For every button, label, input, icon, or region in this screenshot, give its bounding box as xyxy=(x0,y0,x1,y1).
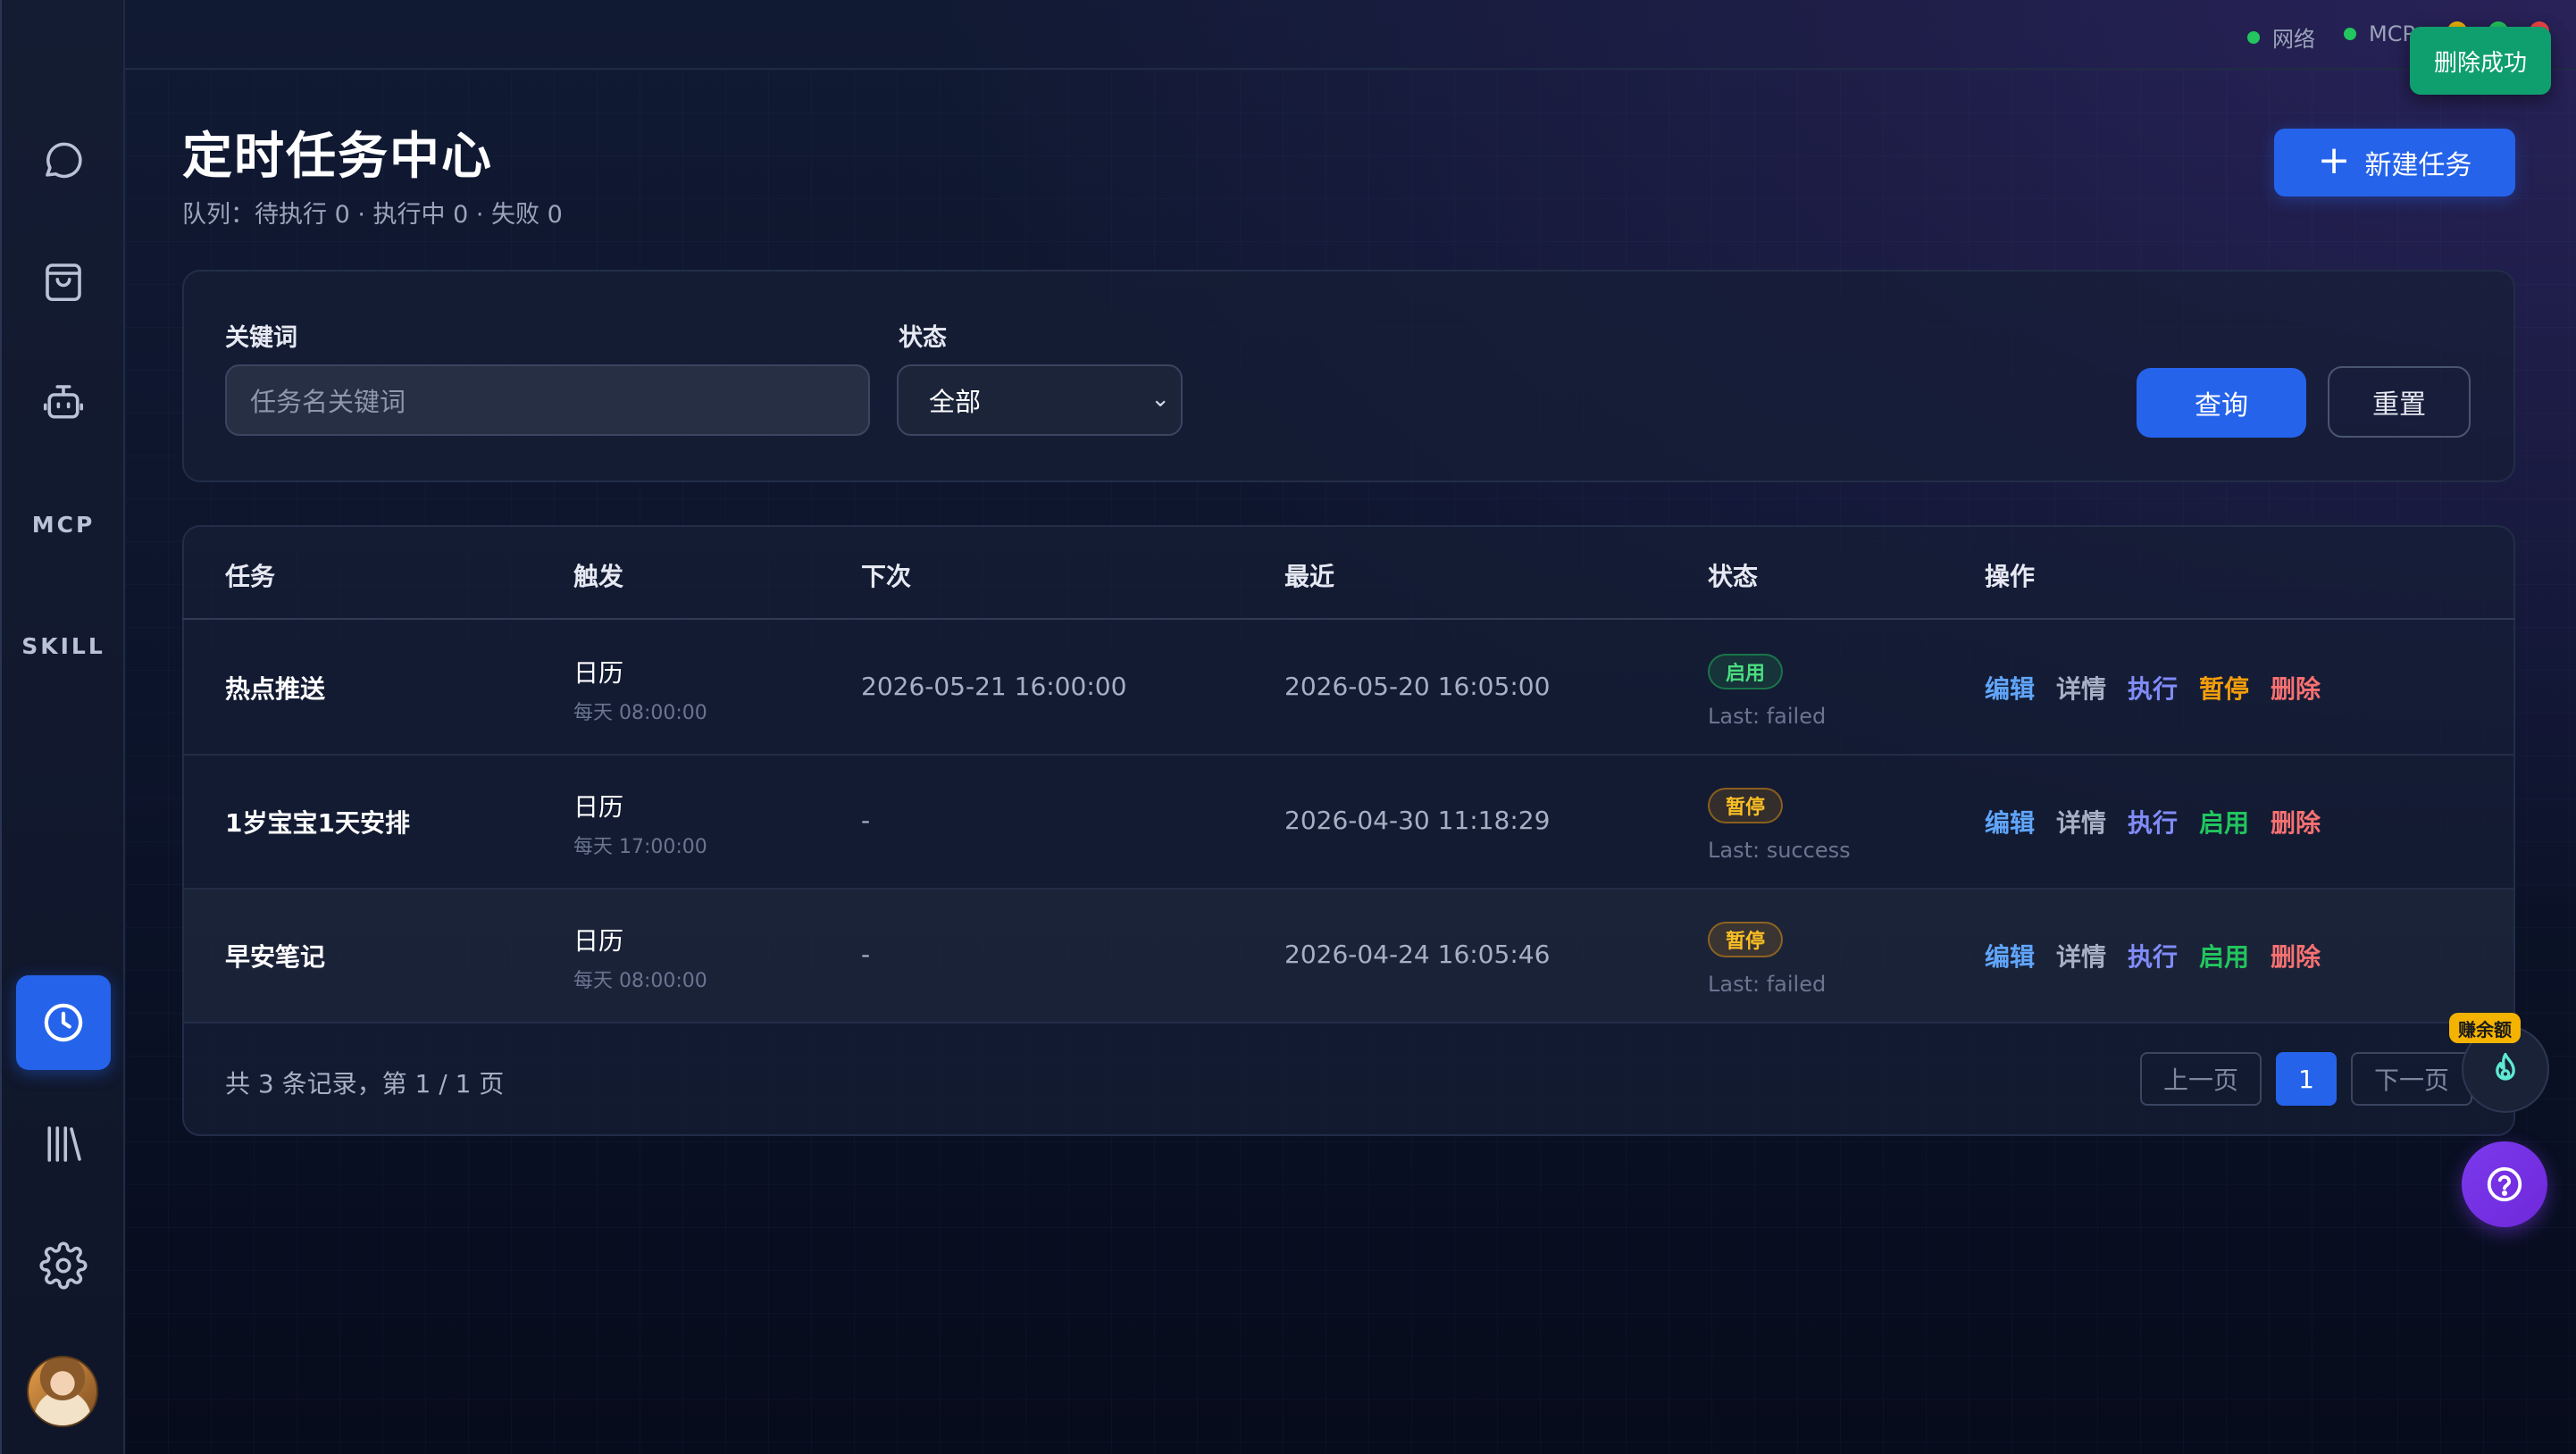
status-badge: 启用 xyxy=(1708,654,1784,689)
delete-link[interactable]: 删除 xyxy=(2271,804,2321,840)
row-divider xyxy=(184,1022,2513,1024)
column-header-actions: 操作 xyxy=(1985,562,2036,591)
run-link[interactable]: 执行 xyxy=(2128,938,2178,974)
last-run: 2026-04-24 16:05:46 xyxy=(1284,940,1551,969)
flame-icon xyxy=(2496,1052,2515,1081)
trigger-type: 日历 xyxy=(573,792,624,822)
table-row: 1岁宝宝1天安排 日历 每天 17:00:00 - 2026-04-30 11:… xyxy=(184,756,2513,888)
status-badge: 暂停 xyxy=(1708,922,1784,957)
sidebar-item-robot[interactable] xyxy=(16,355,111,450)
reset-button[interactable]: 重置 xyxy=(2328,366,2471,438)
last-result: Last: failed xyxy=(1708,704,1827,729)
chevron-down-icon: ⌄ xyxy=(1150,386,1170,413)
enable-link[interactable]: 启用 xyxy=(2199,804,2249,840)
status-select[interactable]: 全部 ⌄ xyxy=(897,364,1183,436)
mcp-status: MCP xyxy=(2344,21,2415,46)
column-header-next: 下次 xyxy=(861,562,912,591)
balance-badge: 赚余额 xyxy=(2449,1013,2521,1043)
last-run: 2026-05-20 16:05:00 xyxy=(1284,672,1551,701)
trigger-detail: 每天 17:00:00 xyxy=(573,836,707,858)
enable-link[interactable]: 启用 xyxy=(2199,938,2249,974)
keyword-input[interactable]: 任务名关键词 xyxy=(225,364,870,436)
robot-icon xyxy=(43,385,84,419)
column-header-trigger: 触发 xyxy=(573,562,624,591)
new-task-button[interactable]: + 新建任务 xyxy=(2274,129,2515,196)
last-run: 2026-04-30 11:18:29 xyxy=(1284,806,1551,835)
run-link[interactable]: 执行 xyxy=(2128,804,2178,840)
sidebar-item-chat[interactable] xyxy=(16,113,111,207)
new-task-label: 新建任务 xyxy=(2364,150,2472,181)
status-filter-label: 状态 xyxy=(899,324,947,352)
sidebar-item-shop[interactable] xyxy=(16,234,111,329)
edit-link[interactable]: 编辑 xyxy=(1985,804,2035,840)
trigger-detail: 每天 08:00:00 xyxy=(573,970,707,992)
sidebar-item-skill[interactable]: SKILL xyxy=(16,598,111,693)
sidebar-item-scheduler[interactable] xyxy=(16,975,111,1070)
trigger-type: 日历 xyxy=(573,658,624,688)
column-header-status: 状态 xyxy=(1708,562,1759,591)
next-run: 2026-05-21 16:00:00 xyxy=(861,672,1127,701)
help-icon xyxy=(2487,1166,2522,1202)
toast-notification: 删除成功 xyxy=(2410,27,2551,95)
status-select-value: 全部 xyxy=(929,387,982,417)
page-number-button[interactable]: 1 xyxy=(2276,1052,2337,1106)
mcp-status-label: MCP xyxy=(2369,21,2415,46)
sidebar-skill-label: SKILL xyxy=(21,632,105,659)
next-run: - xyxy=(861,940,871,969)
sidebar-item-library[interactable] xyxy=(16,1097,111,1191)
user-avatar[interactable] xyxy=(27,1356,98,1427)
last-result: Last: success xyxy=(1708,838,1851,863)
detail-link[interactable]: 详情 xyxy=(2056,804,2106,840)
network-status-dot xyxy=(2247,30,2260,44)
column-header-task: 任务 xyxy=(225,562,276,591)
task-name: 早安笔记 xyxy=(225,942,326,972)
library-icon xyxy=(47,1126,81,1162)
mcp-status-dot xyxy=(2344,28,2356,40)
page-title: 定时任务中心 xyxy=(182,128,493,186)
trigger-type: 日历 xyxy=(573,926,624,956)
edit-link[interactable]: 编辑 xyxy=(1985,938,2035,974)
task-name: 热点推送 xyxy=(225,674,326,704)
delete-link[interactable]: 删除 xyxy=(2271,938,2321,974)
table-header-divider xyxy=(182,618,2515,620)
network-status-label: 网络 xyxy=(2272,27,2315,52)
run-link[interactable]: 执行 xyxy=(2128,670,2178,706)
sidebar-mcp-label: MCP xyxy=(31,511,96,538)
trigger-detail: 每天 08:00:00 xyxy=(573,702,707,724)
sidebar: MCP SKILL xyxy=(0,0,125,1454)
table-row: 早安笔记 日历 每天 08:00:00 - 2026-04-24 16:05:4… xyxy=(184,890,2513,1022)
column-header-last: 最近 xyxy=(1284,562,1335,591)
delete-link[interactable]: 删除 xyxy=(2271,670,2321,706)
sidebar-item-settings[interactable] xyxy=(16,1218,111,1313)
keyword-label: 关键词 xyxy=(225,324,297,352)
detail-link[interactable]: 详情 xyxy=(2056,938,2106,974)
shopping-bag-icon xyxy=(46,263,81,302)
table-row: 热点推送 日历 每天 08:00:00 2026-05-21 16:00:00 … xyxy=(184,622,2513,754)
help-button[interactable] xyxy=(2462,1141,2547,1227)
detail-link[interactable]: 详情 xyxy=(2056,670,2106,706)
queue-summary: 队列：待执行 0 · 执行中 0 · 失败 0 xyxy=(182,201,563,229)
prev-page-button[interactable]: 上一页 xyxy=(2140,1052,2262,1106)
pagination-summary: 共 3 条记录，第 1 / 1 页 xyxy=(225,1069,505,1099)
network-status: 网络 xyxy=(2247,21,2315,53)
task-name: 1岁宝宝1天安排 xyxy=(225,808,410,838)
status-badge: 暂停 xyxy=(1708,788,1784,823)
settings-icon xyxy=(39,1241,88,1290)
pause-link[interactable]: 暂停 xyxy=(2199,670,2249,706)
query-button[interactable]: 查询 xyxy=(2137,368,2306,438)
plus-icon: + xyxy=(2317,138,2351,183)
last-result: Last: failed xyxy=(1708,972,1827,997)
edit-link[interactable]: 编辑 xyxy=(1985,670,2035,706)
top-bar: 网络 MCP xyxy=(125,0,2576,70)
chat-icon xyxy=(46,142,82,179)
next-page-button[interactable]: 下一页 xyxy=(2351,1052,2472,1106)
sidebar-item-mcp[interactable]: MCP xyxy=(16,477,111,572)
clock-icon xyxy=(44,1003,83,1042)
next-run: - xyxy=(861,806,871,835)
